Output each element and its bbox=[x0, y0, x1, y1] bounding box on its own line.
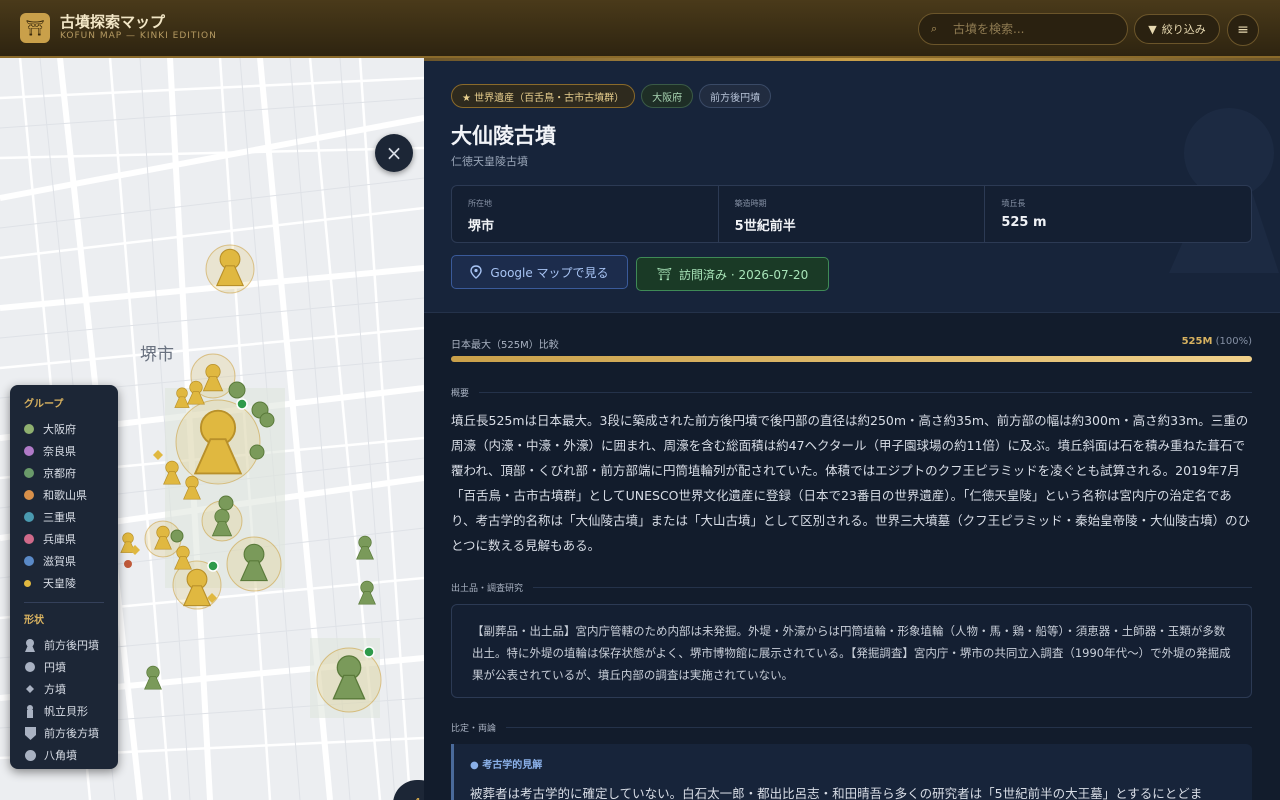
filter-button[interactable]: ▼ 絞り込み bbox=[1134, 14, 1220, 44]
comparison-strong: 525M bbox=[1181, 336, 1213, 347]
legend-group-heading: グループ bbox=[24, 399, 64, 410]
legend-label: 滋賀県 bbox=[43, 555, 76, 568]
torii-icon: ⛩ bbox=[656, 267, 673, 281]
keyhole-icon bbox=[24, 638, 36, 652]
legend-label: 八角墳 bbox=[44, 749, 77, 762]
shield-icon bbox=[24, 726, 36, 740]
kofun-alt-name: 仁徳天皇陵古墳 bbox=[451, 155, 528, 168]
compare-box: ● 考古学的見解 被葬者は考古学的に確定していない。白石太一郎・都出比呂志・和田… bbox=[451, 744, 1252, 800]
legend-shape-item[interactable]: 方墳 bbox=[24, 678, 104, 700]
legend-label: 前方後方墳 bbox=[44, 727, 99, 740]
stat-label: 築造時期 bbox=[734, 199, 767, 208]
legend-item[interactable]: 三重県 bbox=[24, 506, 104, 528]
comparison-bar bbox=[451, 356, 1252, 362]
legend-item[interactable]: 奈良県 bbox=[24, 440, 104, 462]
legend-item[interactable]: 天皇陵 bbox=[24, 572, 104, 594]
prefecture-badge: 大阪府 bbox=[641, 84, 694, 108]
kofun-name: 大仙陵古墳 bbox=[451, 124, 556, 148]
legend-shape-item[interactable]: 前方後円墳 bbox=[24, 634, 104, 656]
color-dot-icon bbox=[24, 534, 34, 544]
app-title: 古墳探索マップ bbox=[60, 13, 166, 31]
legend-item[interactable]: 和歌山県 bbox=[24, 484, 104, 506]
google-maps-label: Google マップで見る bbox=[490, 265, 609, 280]
legend-item[interactable]: 滋賀県 bbox=[24, 550, 104, 572]
map-legend: グループ 大阪府 奈良県 京都府 和歌山県 三重県 兵庫県 滋賀県 天皇陵 形状… bbox=[10, 385, 118, 769]
stat-period: 築造時期 5世紀前半 bbox=[719, 186, 986, 242]
visited-label: 訪問済み · 2026-07-20 bbox=[679, 267, 809, 282]
legend-label: 帆立貝形 bbox=[44, 705, 88, 718]
stat-label: 墳丘長 bbox=[1001, 199, 1026, 208]
legend-shape-item[interactable]: 八角墳 bbox=[24, 744, 104, 766]
legend-label: 円墳 bbox=[44, 661, 66, 674]
badge-row: ★ 世界遺産（百舌鳥・古市古墳群） 大阪府 前方後円墳 bbox=[451, 84, 772, 108]
color-dot-icon bbox=[24, 468, 34, 478]
legend-label: 京都府 bbox=[43, 467, 76, 480]
stat-label: 所在地 bbox=[468, 199, 492, 208]
legend-label: 和歌山県 bbox=[43, 489, 87, 502]
legend-shape-heading: 形状 bbox=[24, 615, 44, 626]
legend-shape-item[interactable]: 帆立貝形 bbox=[24, 700, 104, 722]
compare-box-title: ● 考古学的見解 bbox=[470, 760, 543, 771]
accent-line bbox=[424, 58, 1280, 61]
diamond-icon bbox=[24, 685, 36, 693]
map-pin-icon bbox=[470, 265, 483, 279]
stat-value: 堺市 bbox=[468, 219, 495, 234]
finds-section-title: 出土品・調査研究 bbox=[451, 581, 1252, 594]
funnel-icon: ▼ bbox=[1148, 22, 1157, 36]
octagon-icon bbox=[24, 749, 36, 761]
visited-toggle-button[interactable]: ⛩ 訪問済み · 2026-07-20 bbox=[636, 257, 829, 291]
compare-box-text: 被葬者は考古学的に確定していない。白石太一郎・都出比呂志・和田晴吾ら多くの研究者… bbox=[470, 786, 1203, 800]
stat-length: 墳丘長 525 m bbox=[985, 186, 1251, 242]
color-dot-icon bbox=[24, 424, 34, 434]
legend-item[interactable]: 京都府 bbox=[24, 462, 104, 484]
world-heritage-badge: ★ 世界遺産（百舌鳥・古市古墳群） bbox=[451, 84, 636, 108]
compare-section-title: 比定・両論 bbox=[451, 721, 1252, 734]
detail-header: ★ 世界遺産（百舌鳥・古市古墳群） 大阪府 前方後円墳 大仙陵古墳 仁徳天皇陵古… bbox=[424, 58, 1280, 313]
stat-location: 所在地 堺市 bbox=[452, 186, 719, 242]
color-dot-icon bbox=[24, 556, 34, 566]
search-input[interactable] bbox=[953, 14, 1123, 44]
legend-label: 大阪府 bbox=[43, 423, 76, 436]
scallop-icon bbox=[24, 704, 36, 718]
filter-label: 絞り込み bbox=[1161, 23, 1206, 36]
stats-grid: 所在地 堺市 築造時期 5世紀前半 墳丘長 525 m bbox=[451, 185, 1252, 243]
menu-button[interactable]: ≡ bbox=[1227, 14, 1259, 46]
color-dot-icon bbox=[24, 490, 34, 500]
legend-label: 兵庫県 bbox=[43, 533, 76, 546]
legend-shape-item[interactable]: 前方後方墳 bbox=[24, 722, 104, 744]
google-maps-button[interactable]: Google マップで見る bbox=[451, 255, 628, 289]
legend-shape-item[interactable]: 円墳 bbox=[24, 656, 104, 678]
torii-logo-icon: ⛩ bbox=[20, 13, 50, 43]
legend-label: 三重県 bbox=[43, 511, 76, 524]
legend-label: 奈良県 bbox=[43, 445, 76, 458]
stat-value: 5世紀前半 bbox=[734, 219, 796, 234]
hamburger-icon: ≡ bbox=[1237, 22, 1249, 38]
legend-item[interactable]: 兵庫県 bbox=[24, 528, 104, 550]
legend-label: 方墳 bbox=[44, 683, 66, 696]
legend-divider bbox=[24, 602, 104, 603]
comparison-value: 525M (100%) bbox=[1182, 336, 1252, 347]
comparison-pct: (100%) bbox=[1215, 336, 1252, 347]
summary-section-title: 概要 bbox=[451, 386, 1252, 399]
legend-label: 天皇陵 bbox=[43, 577, 76, 590]
app-subtitle: KOFUN MAP — KINKI EDITION bbox=[60, 31, 217, 41]
legend-label: 前方後円墳 bbox=[44, 639, 99, 652]
detail-panel: ★ 世界遺産（百舌鳥・古市古墳群） 大阪府 前方後円墳 大仙陵古墳 仁徳天皇陵古… bbox=[424, 58, 1280, 800]
color-dot-icon bbox=[24, 446, 34, 456]
map-view[interactable]: 堺市 × グループ 大阪府 奈良県 京都府 和歌山県 三重県 兵庫県 滋賀県 天… bbox=[0, 58, 424, 800]
comparison-bar-fill bbox=[451, 356, 1252, 362]
color-dot-icon bbox=[24, 512, 34, 522]
legend-item[interactable]: 大阪府 bbox=[24, 418, 104, 440]
shape-badge: 前方後円墳 bbox=[699, 84, 772, 108]
search-box[interactable]: ⌕ bbox=[918, 13, 1128, 45]
stat-value: 525 m bbox=[1001, 215, 1047, 230]
comparison-label: 日本最大（525M）比較 bbox=[451, 340, 559, 351]
circle-icon bbox=[24, 662, 36, 672]
summary-text: 墳丘長525mは日本最大。3段に築成された前方後円墳で後円部の直径は約250m・… bbox=[451, 413, 1251, 553]
color-dot-icon bbox=[24, 579, 31, 587]
app-header: ⛩ 古墳探索マップ KOFUN MAP — KINKI EDITION ⌕ ▼ … bbox=[0, 0, 1280, 58]
finds-box: 【副葬品・出土品】宮内庁管轄のため内部は未発掘。外堤・外濠からは円筒埴輪・形象埴… bbox=[451, 604, 1252, 698]
close-panel-button[interactable]: × bbox=[375, 134, 413, 172]
search-icon: ⌕ bbox=[931, 22, 938, 35]
